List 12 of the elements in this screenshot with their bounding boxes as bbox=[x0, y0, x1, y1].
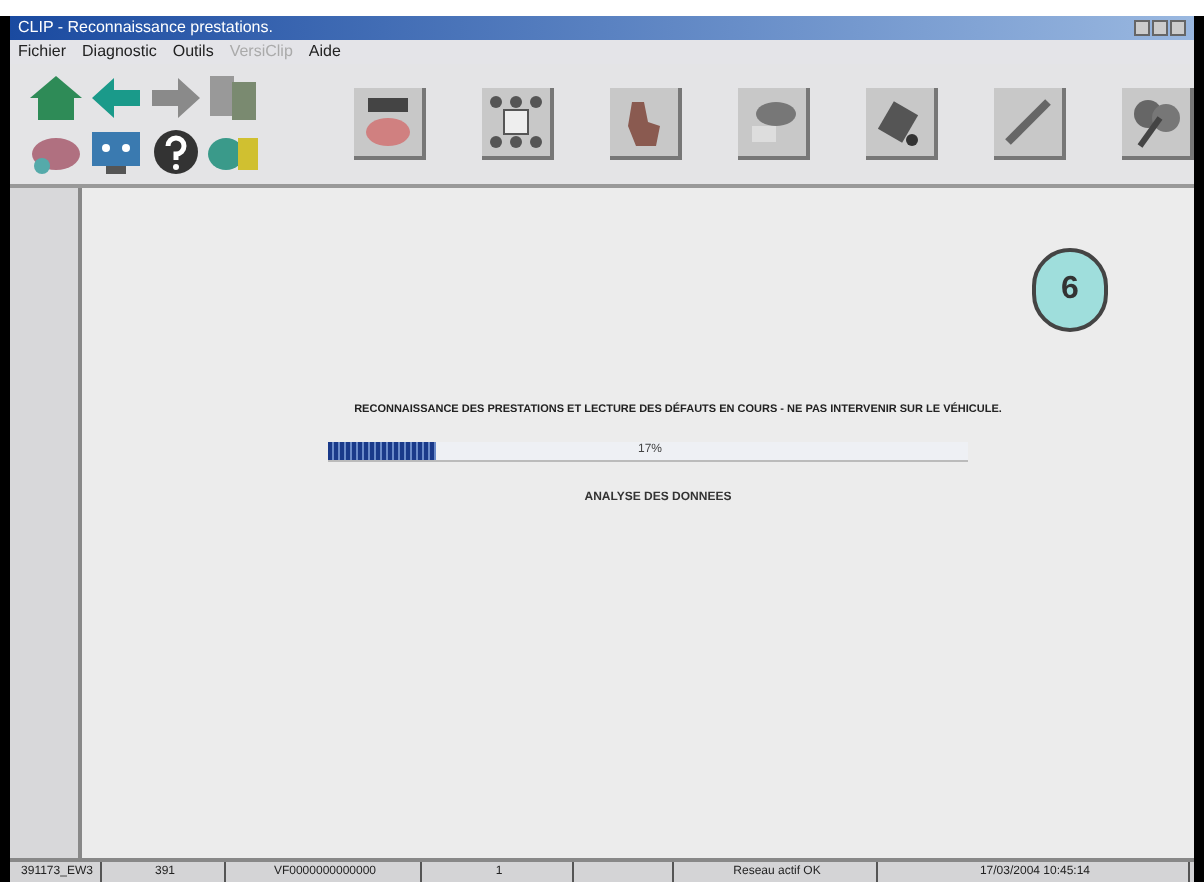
step-number-callout: 6 bbox=[1032, 248, 1108, 332]
menu-item[interactable]: Diagnostic bbox=[82, 44, 157, 60]
maximize-icon[interactable] bbox=[1152, 20, 1168, 36]
menu-item[interactable]: Fichier bbox=[18, 44, 67, 60]
house-icon[interactable] bbox=[26, 71, 86, 123]
can-network-icon[interactable] bbox=[482, 88, 554, 160]
window-title: CLIP - Reconnaissance prestations. bbox=[18, 20, 273, 36]
menu-item[interactable]: Outils bbox=[172, 44, 214, 60]
wrench-icon[interactable] bbox=[994, 88, 1066, 160]
minimize-icon[interactable] bbox=[1134, 20, 1150, 36]
close-icon[interactable] bbox=[1170, 20, 1186, 36]
menu-item[interactable]: Aide bbox=[308, 44, 341, 60]
